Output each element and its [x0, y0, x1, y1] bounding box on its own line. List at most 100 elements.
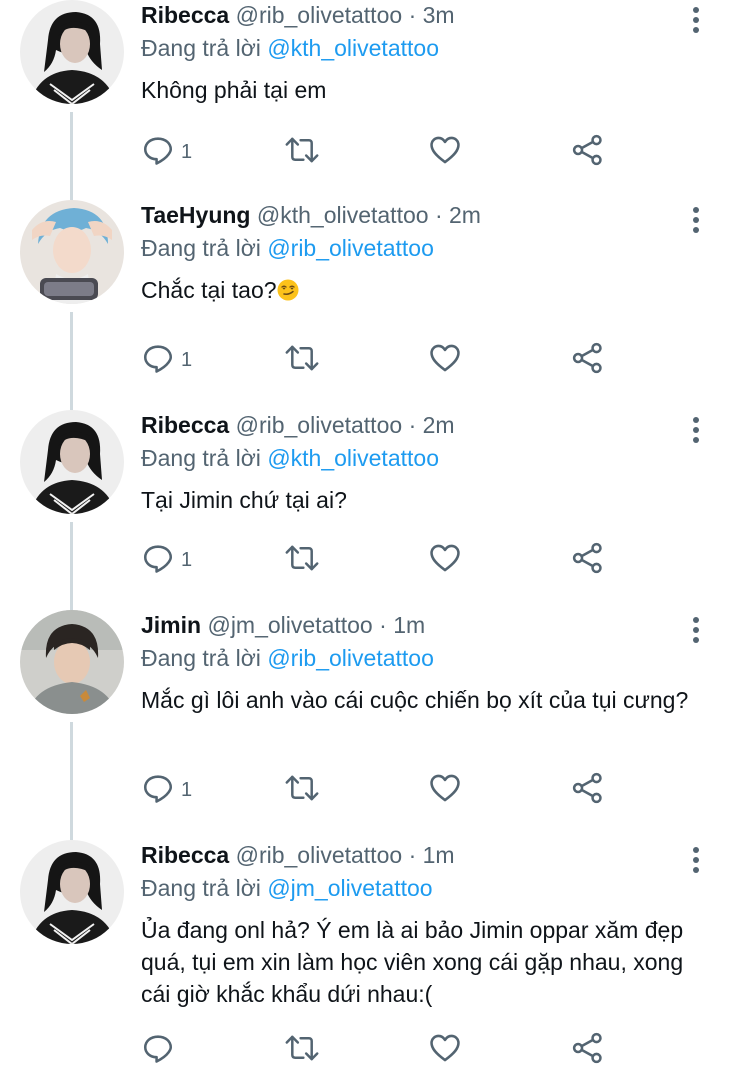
tweet-text: Chắc tại tao? — [141, 274, 701, 306]
tweet[interactable]: Ribecca @rib_olivetattoo · 1m Đang trả l… — [0, 840, 750, 1070]
retweet-button[interactable] — [284, 1030, 320, 1070]
replying-to: Đang trả lời @kth_olivetattoo — [141, 33, 710, 63]
tweet-text: Mắc gì lôi anh vào cái cuộc chiến bọ xít… — [141, 687, 689, 713]
share-icon — [571, 541, 605, 580]
share-icon — [571, 771, 605, 810]
like-icon — [428, 341, 462, 380]
avatar[interactable] — [20, 840, 124, 944]
author-handle[interactable]: @kth_olivetattoo — [257, 202, 429, 228]
replying-to-label: Đang trả lời — [141, 235, 268, 261]
avatar[interactable] — [20, 200, 124, 304]
retweet-icon — [284, 133, 320, 172]
tweet[interactable]: Jimin @jm_olivetattoo · 1m Đang trả lời … — [0, 610, 750, 840]
reply-icon — [141, 771, 175, 810]
more-icon[interactable] — [686, 206, 706, 234]
author-handle[interactable]: @rib_olivetattoo — [236, 2, 403, 28]
separator-dot: · — [379, 612, 387, 638]
tweet-content: Ribecca @rib_olivetattoo · 3m Đang trả l… — [141, 0, 710, 106]
author-handle[interactable]: @jm_olivetattoo — [207, 612, 372, 638]
tweet[interactable]: Ribecca @rib_olivetattoo · 2m Đang trả l… — [0, 410, 750, 610]
retweet-icon — [284, 771, 320, 810]
reply-icon — [141, 341, 175, 380]
retweet-button[interactable] — [284, 540, 320, 580]
avatar[interactable] — [20, 410, 124, 514]
replying-to: Đang trả lời @rib_olivetattoo — [141, 643, 710, 673]
like-button[interactable] — [428, 340, 462, 380]
separator-dot: · — [408, 2, 417, 28]
retweet-icon — [284, 1031, 320, 1070]
share-button[interactable] — [571, 540, 605, 580]
timestamp[interactable]: 1m — [393, 612, 425, 638]
retweet-icon — [284, 541, 320, 580]
replying-to-label: Đang trả lời — [141, 875, 268, 901]
separator-dot: · — [408, 842, 417, 868]
tweet-content: Ribecca @rib_olivetattoo · 1m Đang trả l… — [141, 840, 710, 1010]
replying-to: Đang trả lời @kth_olivetattoo — [141, 443, 710, 473]
like-button[interactable] — [428, 132, 462, 172]
tweet-header: Jimin @jm_olivetattoo · 1m — [141, 610, 710, 640]
author-handle[interactable]: @rib_olivetattoo — [236, 842, 403, 868]
like-icon — [428, 1031, 462, 1070]
like-button[interactable] — [428, 770, 462, 810]
more-icon[interactable] — [686, 6, 706, 34]
timestamp[interactable]: 2m — [423, 412, 455, 438]
tweet-header: Ribecca @rib_olivetattoo · 3m — [141, 0, 710, 30]
retweet-button[interactable] — [284, 132, 320, 172]
retweet-button[interactable] — [284, 770, 320, 810]
reply-button[interactable]: 1 — [141, 132, 192, 172]
more-icon[interactable] — [686, 846, 706, 874]
smirking-face-emoji — [277, 277, 299, 301]
author-name[interactable]: Jimin — [141, 612, 201, 638]
reply-button[interactable] — [141, 1030, 181, 1070]
like-icon — [428, 541, 462, 580]
more-icon[interactable] — [686, 616, 706, 644]
share-button[interactable] — [571, 132, 605, 172]
reply-button[interactable]: 1 — [141, 540, 192, 580]
share-button[interactable] — [571, 340, 605, 380]
like-button[interactable] — [428, 540, 462, 580]
mention-link[interactable]: @rib_olivetattoo — [267, 235, 434, 261]
retweet-icon — [284, 341, 320, 380]
share-icon — [571, 341, 605, 380]
mention-link[interactable]: @rib_olivetattoo — [267, 645, 434, 671]
tweet-text: Tại Jimin chứ tại ai? — [141, 487, 347, 513]
share-button[interactable] — [571, 1030, 605, 1070]
timestamp[interactable]: 1m — [423, 842, 455, 868]
avatar[interactable] — [20, 610, 124, 714]
tweet[interactable]: TaeHyung @kth_olivetattoo · 2m Đang trả … — [0, 200, 750, 410]
author-name[interactable]: Ribecca — [141, 842, 229, 868]
reply-button[interactable]: 1 — [141, 770, 192, 810]
replying-to-label: Đang trả lời — [141, 35, 268, 61]
more-icon[interactable] — [686, 416, 706, 444]
tweet-text: Ủa đang onl hả? Ý em là ai bảo Jimin opp… — [141, 917, 684, 1007]
reply-button[interactable]: 1 — [141, 340, 192, 380]
author-name[interactable]: Ribecca — [141, 2, 229, 28]
tweet-content: Ribecca @rib_olivetattoo · 2m Đang trả l… — [141, 410, 710, 516]
reply-count: 1 — [181, 778, 193, 801]
tweet-actions: 1 — [141, 770, 621, 810]
tweet-text: Không phải tại em — [141, 77, 327, 103]
share-button[interactable] — [571, 770, 605, 810]
mention-link[interactable]: @jm_olivetattoo — [267, 875, 432, 901]
replying-to-label: Đang trả lời — [141, 645, 268, 671]
reply-count: 1 — [181, 548, 193, 571]
tweet-content: Jimin @jm_olivetattoo · 1m Đang trả lời … — [141, 610, 710, 716]
retweet-button[interactable] — [284, 340, 320, 380]
mention-link[interactable]: @kth_olivetattoo — [267, 35, 439, 61]
like-button[interactable] — [428, 1030, 462, 1070]
author-name[interactable]: Ribecca — [141, 412, 229, 438]
avatar[interactable] — [20, 0, 124, 104]
tweet-header: Ribecca @rib_olivetattoo · 2m — [141, 410, 710, 440]
author-name[interactable]: TaeHyung — [141, 202, 250, 228]
reply-icon — [141, 541, 175, 580]
like-icon — [428, 771, 462, 810]
mention-link[interactable]: @kth_olivetattoo — [267, 445, 439, 471]
separator-dot: · — [408, 412, 417, 438]
tweet-actions — [141, 1030, 621, 1070]
timestamp[interactable]: 3m — [423, 2, 455, 28]
timestamp[interactable]: 2m — [449, 202, 481, 228]
reply-icon — [141, 1031, 175, 1070]
tweet-content: TaeHyung @kth_olivetattoo · 2m Đang trả … — [141, 200, 710, 306]
tweet[interactable]: Ribecca @rib_olivetattoo · 3m Đang trả l… — [0, 0, 750, 200]
author-handle[interactable]: @rib_olivetattoo — [236, 412, 403, 438]
